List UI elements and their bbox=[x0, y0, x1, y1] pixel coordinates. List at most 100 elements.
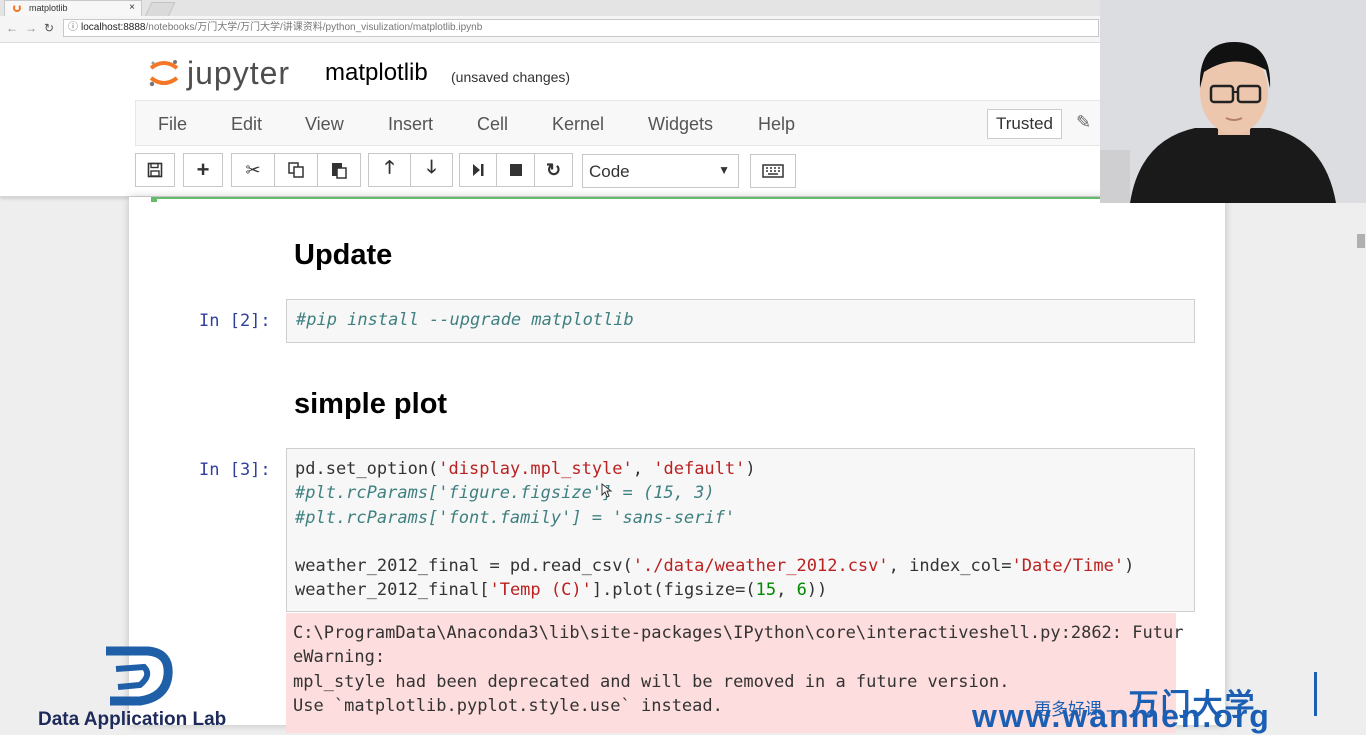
menu-view[interactable]: View bbox=[305, 114, 344, 135]
mouse-cursor-icon bbox=[601, 483, 613, 498]
restart-button[interactable]: ↻ bbox=[534, 153, 573, 187]
menu-bar: File Edit View Insert Cell Kernel Widget… bbox=[135, 100, 1115, 146]
code-token: 'Date/Time' bbox=[1011, 556, 1125, 577]
new-tab-button[interactable] bbox=[144, 2, 176, 17]
cell2-prompt: In [2]: bbox=[199, 311, 271, 331]
save-status: (unsaved changes) bbox=[451, 69, 571, 85]
code-token: ) bbox=[1124, 556, 1135, 577]
trusted-indicator[interactable]: Trusted bbox=[987, 109, 1063, 139]
tab-close-icon[interactable]: × bbox=[129, 2, 135, 13]
plus-icon: + bbox=[196, 157, 210, 182]
code-line: weather_2012_final['Temp (C)'].plot(figs… bbox=[295, 580, 1194, 604]
refresh-icon: ↻ bbox=[545, 159, 562, 180]
move-down-button[interactable]: 🡓 bbox=[410, 153, 453, 187]
jupyter-favicon-icon bbox=[13, 4, 21, 12]
reload-icon[interactable]: ↻ bbox=[44, 21, 54, 35]
menu-help[interactable]: Help bbox=[758, 114, 795, 135]
wanmen-url: www.wanmen.org bbox=[972, 698, 1271, 734]
code-line: pd.set_option('display.mpl_style', 'defa… bbox=[295, 459, 1194, 483]
pencil-icon[interactable]: ✎ bbox=[1076, 112, 1091, 133]
page-scrollbar[interactable] bbox=[1356, 203, 1366, 725]
copy-icon bbox=[288, 162, 304, 178]
move-group: 🡑 🡓 bbox=[368, 153, 453, 189]
heading-simple-plot: simple plot bbox=[294, 388, 448, 420]
wanmen-divider bbox=[1314, 672, 1317, 716]
code-token: #plt.rcParams['figure.figsize'] = (15, 3… bbox=[295, 483, 715, 504]
heading-update: Update bbox=[294, 239, 393, 271]
browser-tab[interactable]: matplotlib × bbox=[4, 0, 142, 16]
url-input[interactable]: ⓘ localhost:8888/notebooks/万门大学/万门大学/讲课资料… bbox=[63, 19, 1099, 37]
code-token: ) bbox=[745, 459, 756, 479]
notebook-container: Update In [2]: #pip install --upgrade ma… bbox=[129, 197, 1225, 733]
cell2-input[interactable]: #pip install --upgrade matplotlib bbox=[286, 299, 1195, 343]
menu-cell[interactable]: Cell bbox=[477, 114, 508, 135]
paste-icon bbox=[332, 163, 347, 179]
stop-icon bbox=[509, 164, 522, 176]
clipboard-group: ✂ bbox=[231, 153, 361, 189]
insert-group: + bbox=[183, 153, 223, 189]
code-token: './data/weather_2012.csv' bbox=[632, 556, 889, 577]
dal-logo-icon bbox=[106, 646, 173, 706]
url-path: /notebooks/万门大学/万门大学/讲课资料/python_visuliz… bbox=[145, 22, 483, 33]
menu-edit[interactable]: Edit bbox=[231, 114, 262, 135]
info-icon: ⓘ bbox=[68, 22, 78, 33]
arrow-up-icon: 🡑 bbox=[384, 157, 395, 177]
code-line: #plt.rcParams['figure.figsize'] = (15, 3… bbox=[295, 483, 1194, 507]
menu-file[interactable]: File bbox=[158, 114, 187, 135]
code-token: pd.set_option( bbox=[295, 459, 439, 479]
jupyter-logo[interactable]: jupyter bbox=[148, 53, 308, 93]
paste-button[interactable] bbox=[317, 153, 361, 187]
copy-button[interactable] bbox=[274, 153, 318, 187]
code-token: 'Temp (C)' bbox=[489, 580, 592, 601]
code-token: 'default' bbox=[653, 459, 746, 479]
run-group: ↻ bbox=[459, 153, 573, 189]
cell-type-value: Code bbox=[589, 162, 630, 181]
code-token: , index_col= bbox=[888, 556, 1012, 577]
keyboard-icon bbox=[762, 164, 784, 178]
caret-down-icon: ▼ bbox=[718, 163, 730, 177]
scrollbar-thumb[interactable] bbox=[1357, 234, 1365, 248]
notebook-title[interactable]: matplotlib bbox=[325, 59, 428, 87]
url-host: localhost:8888 bbox=[81, 22, 146, 33]
save-button[interactable] bbox=[135, 153, 175, 187]
save-icon bbox=[147, 162, 163, 178]
toolbar: + ✂ 🡑 🡓 ↻ Code ▼ bbox=[0, 153, 1100, 191]
forward-arrow-icon[interactable]: → bbox=[25, 21, 37, 35]
wanmen-watermark: 更多好课 — 万门大学 www.wanmen.org bbox=[970, 664, 1330, 734]
step-forward-icon bbox=[473, 164, 484, 176]
cut-icon: ✂ bbox=[245, 159, 261, 180]
code-token: 6 bbox=[796, 580, 807, 601]
selected-cell-border bbox=[151, 197, 1211, 202]
menu-kernel[interactable]: Kernel bbox=[552, 114, 604, 135]
command-palette-button[interactable] bbox=[750, 154, 796, 188]
insert-cell-button[interactable]: + bbox=[183, 153, 223, 187]
cell2-code-line: #pip install --upgrade matplotlib bbox=[296, 310, 634, 330]
jupyter-logo-icon bbox=[149, 60, 179, 87]
code-token: )) bbox=[806, 580, 828, 601]
code-line: #plt.rcParams['font.family'] = 'sans-ser… bbox=[295, 508, 1194, 532]
run-button[interactable] bbox=[459, 153, 497, 187]
save-group bbox=[135, 153, 175, 189]
menu-widgets[interactable]: Widgets bbox=[648, 114, 713, 135]
move-up-button[interactable]: 🡑 bbox=[368, 153, 411, 187]
back-arrow-icon[interactable]: ← bbox=[6, 21, 18, 35]
stderr-line: C:\ProgramData\Anaconda3\lib\site-packag… bbox=[293, 623, 1184, 643]
dal-text: Data Application Lab bbox=[38, 709, 227, 730]
cell-type-select[interactable]: Code ▼ bbox=[582, 154, 739, 188]
cell3-input[interactable]: pd.set_option('display.mpl_style', 'defa… bbox=[286, 448, 1195, 612]
menu-insert[interactable]: Insert bbox=[388, 114, 433, 135]
presenter-video bbox=[1100, 0, 1366, 203]
data-application-lab-watermark: Data Application Lab bbox=[38, 645, 248, 730]
webcam-overlay bbox=[1100, 0, 1366, 203]
jupyter-wordmark: jupyter bbox=[187, 55, 291, 91]
code-line: weather_2012_final = pd.read_csv('./data… bbox=[295, 556, 1194, 580]
code-token: ].plot(figsize=( bbox=[591, 580, 756, 601]
cell3-prompt: In [3]: bbox=[199, 460, 271, 480]
interrupt-button[interactable] bbox=[496, 153, 535, 187]
cut-button[interactable]: ✂ bbox=[231, 153, 275, 187]
code-token: weather_2012_final = pd.read_csv( bbox=[295, 556, 633, 577]
code-token: , bbox=[776, 580, 797, 601]
code-token: , bbox=[632, 459, 654, 479]
code-token: weather_2012_final[ bbox=[295, 580, 490, 601]
